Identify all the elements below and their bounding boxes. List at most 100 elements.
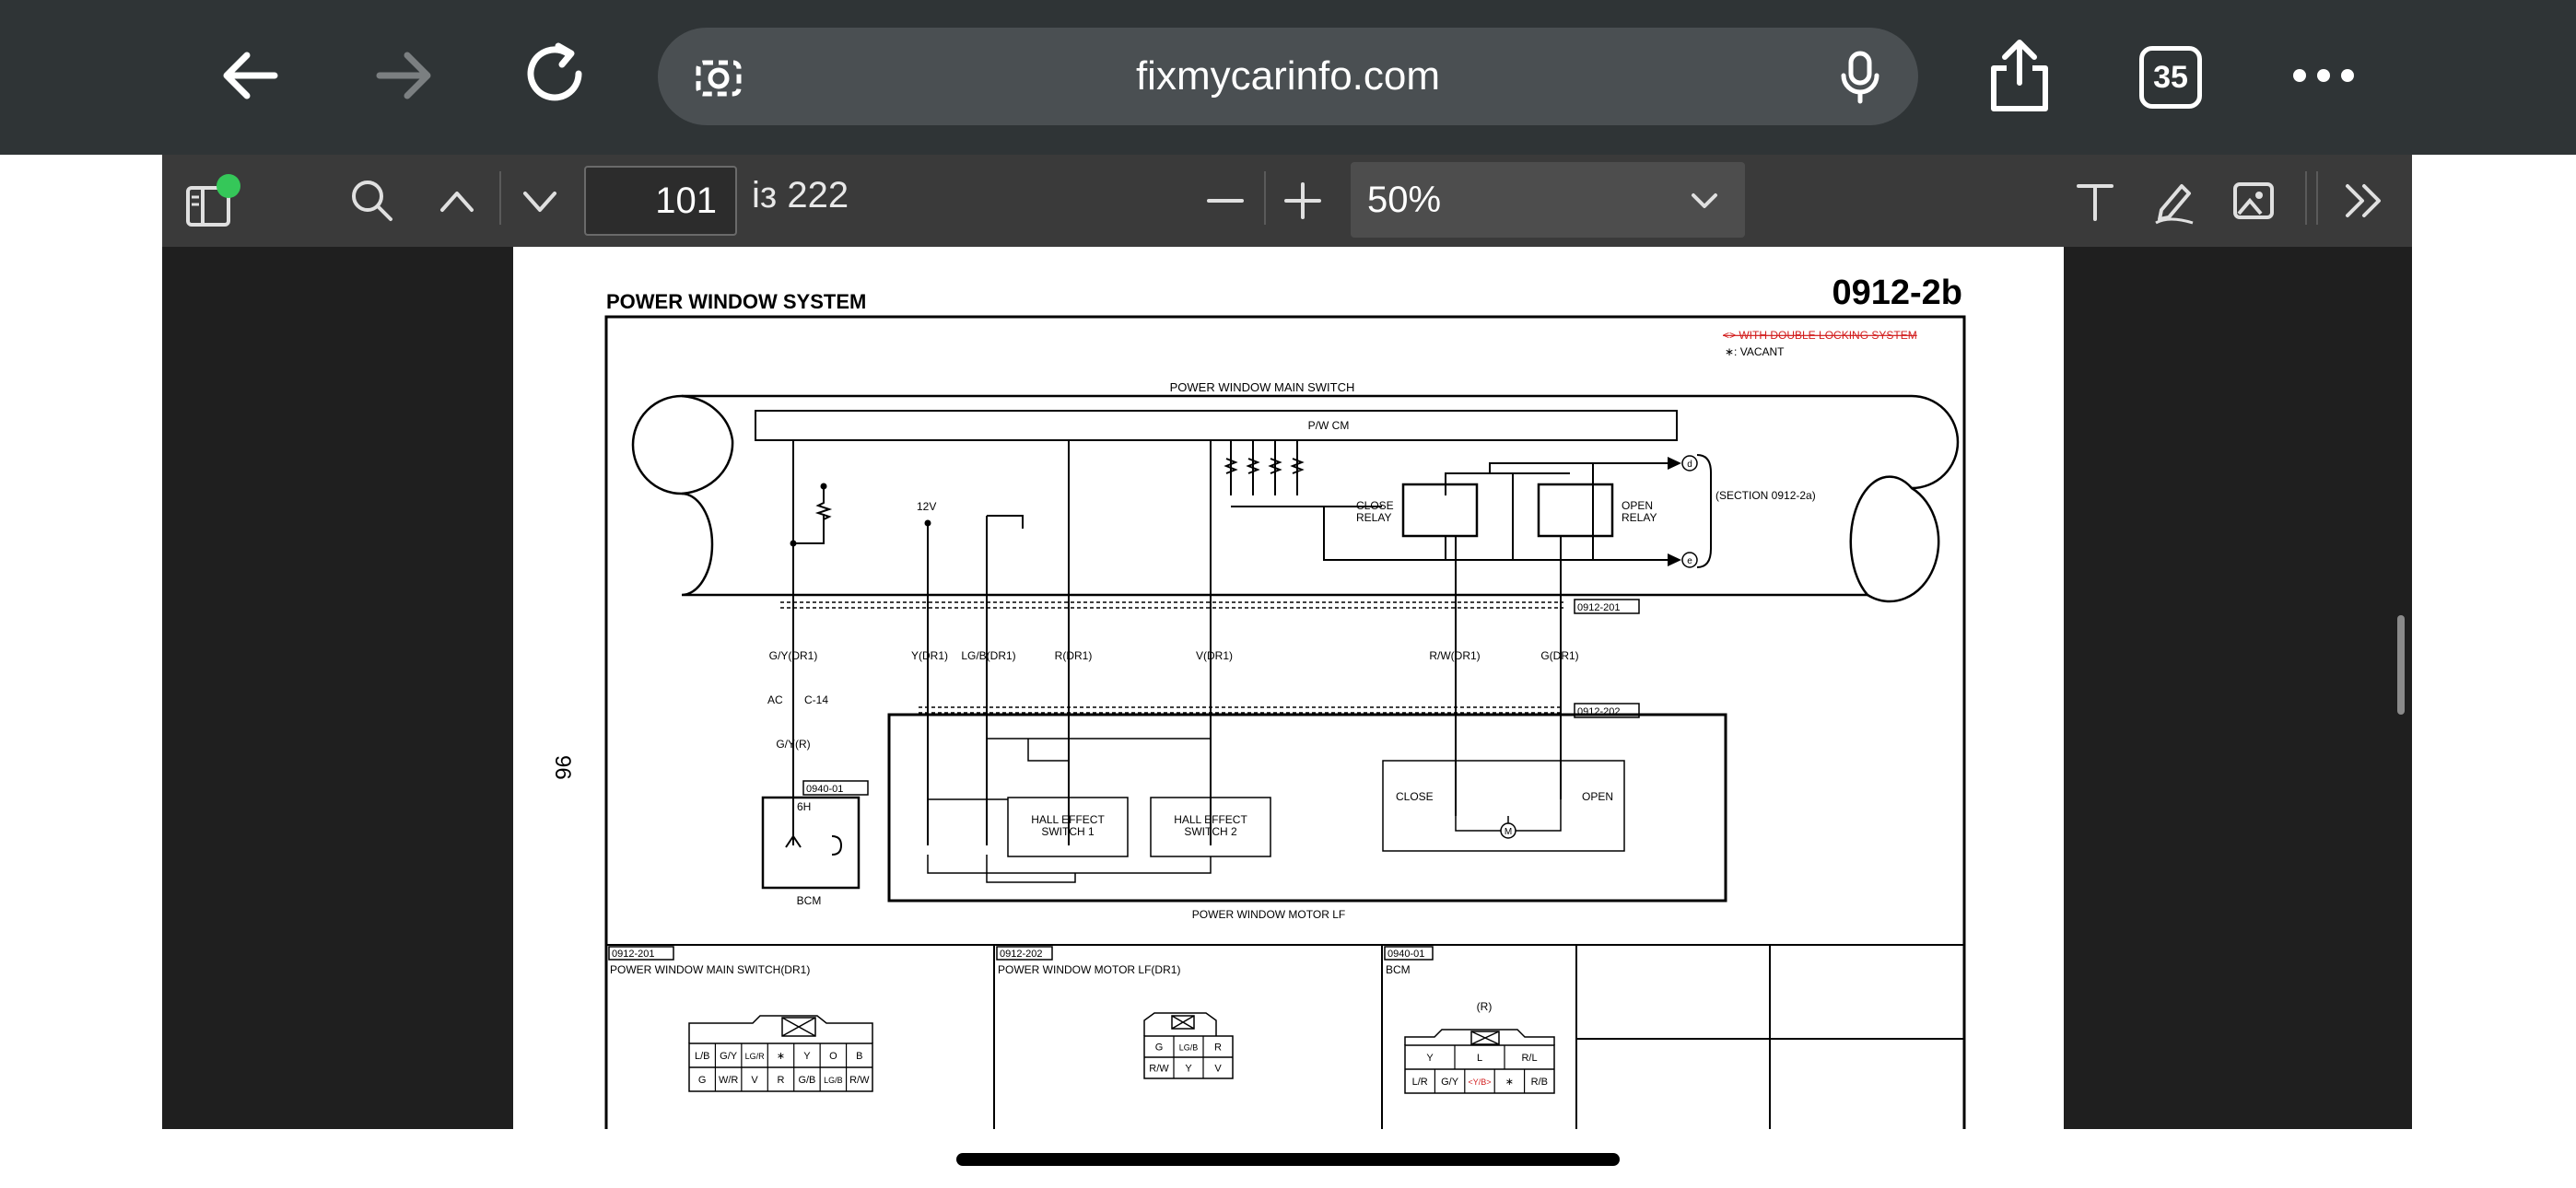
connector-pin-label: B: [856, 1051, 862, 1062]
connector-pin-label: V: [751, 1075, 758, 1086]
connector-name: BCM: [1386, 963, 1411, 976]
connector-pin-label: R/W: [849, 1075, 870, 1086]
wire-label: Y(DR1): [911, 649, 948, 662]
connector-pin-label: W/R: [719, 1075, 738, 1086]
pdf-page: POWER WINDOW SYSTEM 0912-2b 96 <> WITH D…: [513, 247, 2064, 1129]
bcm-label: BCM: [797, 894, 822, 907]
terminal-d: d: [1687, 460, 1692, 470]
chevron-down-icon: [1692, 193, 1717, 208]
connector-name: POWER WINDOW MOTOR LF(DR1): [998, 963, 1180, 976]
connector-pin-label: R/B: [1531, 1077, 1548, 1088]
12v-label: 12V: [917, 500, 936, 513]
terminal-e: e: [1687, 556, 1692, 566]
c14-label: C-14: [804, 693, 828, 706]
chevron-down-icon[interactable]: [518, 182, 562, 219]
motor-symbol: M: [1505, 827, 1512, 837]
motor-label: POWER WINDOW MOTOR LF: [1192, 908, 1345, 921]
browser-toolbar: fixmycarinfo.com 35: [0, 0, 2576, 155]
sidebar-toggle-icon[interactable]: [182, 168, 256, 241]
connector-pin-label: Y: [1185, 1064, 1192, 1075]
zoom-out-icon[interactable]: [1203, 181, 1247, 221]
reload-button[interactable]: [512, 31, 601, 120]
chevron-up-icon[interactable]: [435, 182, 479, 219]
page-number-input[interactable]: 101: [584, 166, 737, 236]
connector-pin-label: L: [1477, 1053, 1482, 1064]
connector-pin-label: G: [698, 1075, 707, 1086]
section-ref: (SECTION 0912-2a): [1715, 489, 1816, 502]
hall-switch-2-label-2: SWITCH 2: [1184, 825, 1237, 838]
section-code: 0912-2b: [1832, 274, 1962, 312]
connector-pin-label: G/Y: [720, 1051, 738, 1062]
zoom-select[interactable]: 50%: [1351, 162, 1745, 238]
ac-label: AC: [767, 693, 783, 706]
image-tool-icon[interactable]: [2230, 177, 2277, 225]
connector-pin-label: L/B: [695, 1051, 710, 1062]
connector-pin-label: Y: [803, 1051, 811, 1062]
forward-button[interactable]: [359, 31, 448, 120]
zoom-in-icon[interactable]: [1281, 181, 1325, 221]
bcm-r-label: (R): [1477, 1000, 1493, 1013]
connector-pin-label: V: [1214, 1064, 1222, 1075]
more-dots-icon: [2293, 69, 2354, 82]
page-number: 96: [550, 755, 575, 780]
tabs-button[interactable]: 35: [2139, 46, 2202, 109]
open-relay-label-2: RELAY: [1622, 511, 1657, 524]
connector-pin-label: O: [829, 1051, 837, 1062]
connector-pin-label: R: [1214, 1042, 1222, 1054]
share-button[interactable]: [1975, 31, 2064, 120]
connector-pin-label: G: [1155, 1042, 1164, 1054]
wire-label: G(DR1): [1540, 649, 1578, 662]
connector-pin-label: LG/R: [745, 1052, 766, 1061]
connector-pin-label: L/R: [1412, 1077, 1428, 1088]
close-relay-label-2: RELAY: [1356, 511, 1391, 524]
arrow-right-icon: [376, 52, 431, 99]
connector-pin-label: LG/B: [1179, 1043, 1199, 1053]
back-button[interactable]: [206, 31, 295, 120]
wire-label: LG/B(DR1): [961, 649, 1015, 662]
address-bar[interactable]: fixmycarinfo.com: [658, 28, 1918, 125]
gyr-label: G/Y(R): [776, 738, 810, 751]
pwcm-label: P/W CM: [1308, 419, 1350, 432]
open-label: OPEN: [1582, 790, 1613, 803]
arrow-left-icon: [223, 52, 278, 99]
more-tools-icon[interactable]: [2340, 179, 2388, 223]
connector-pin-label: G/B: [798, 1075, 815, 1086]
open-relay-label: OPEN: [1622, 499, 1653, 512]
share-icon: [1991, 40, 2048, 111]
connector-code: 0912-202: [1000, 949, 1043, 960]
microphone-icon[interactable]: [1837, 50, 1883, 105]
vacant-note: ∗: VACANT: [1725, 345, 1785, 358]
draw-tool-icon[interactable]: [2150, 177, 2198, 225]
hall-switch-1-label-2: SWITCH 1: [1041, 825, 1095, 838]
connector-pin-label: <Y/B>: [1468, 1077, 1491, 1087]
diagram-title: POWER WINDOW SYSTEM: [606, 290, 866, 313]
bcm-pin-label: 6H: [797, 800, 811, 813]
wire-label: V(DR1): [1196, 649, 1233, 662]
wire-label: R(DR1): [1055, 649, 1093, 662]
hall-switch-2-label: HALL EFFECT: [1174, 813, 1247, 826]
wiring-diagram: POWER WINDOW SYSTEM 0912-2b 96 <> WITH D…: [550, 274, 1966, 1129]
reload-icon: [527, 42, 582, 101]
search-icon[interactable]: [346, 175, 398, 227]
connector-pin-label: G/Y: [1441, 1077, 1459, 1088]
connector-pin-label: R/W: [1149, 1064, 1169, 1075]
double-locking-note: <> WITH DOUBLE LOCKING SYSTEM: [1723, 329, 1917, 342]
more-menu-button[interactable]: [2279, 31, 2368, 120]
connector-pin-label: R: [778, 1075, 785, 1086]
connector-code: 0940-01: [1388, 949, 1424, 960]
page-total-label: із 222: [752, 175, 849, 215]
connector-code: 0912-201: [612, 949, 655, 960]
connector-pin-label: ∗: [1505, 1077, 1514, 1088]
zoom-value: 50%: [1367, 180, 1442, 220]
url-text: fixmycarinfo.com: [1135, 53, 1441, 99]
home-indicator[interactable]: [956, 1153, 1620, 1166]
wire-label: R/W(DR1): [1429, 649, 1480, 662]
text-tool-icon[interactable]: [2071, 177, 2119, 225]
connector-pin-label: LG/B: [824, 1076, 843, 1085]
connector-0940-tag: 0940-01: [806, 784, 843, 795]
scrollbar-thumb[interactable]: [2397, 615, 2405, 715]
pdf-toolbar: [162, 155, 2412, 247]
connector-pin-label: R/L: [1521, 1053, 1537, 1064]
wire-label: G/Y(DR1): [769, 649, 818, 662]
connector-201-tag: 0912-201: [1577, 602, 1621, 613]
